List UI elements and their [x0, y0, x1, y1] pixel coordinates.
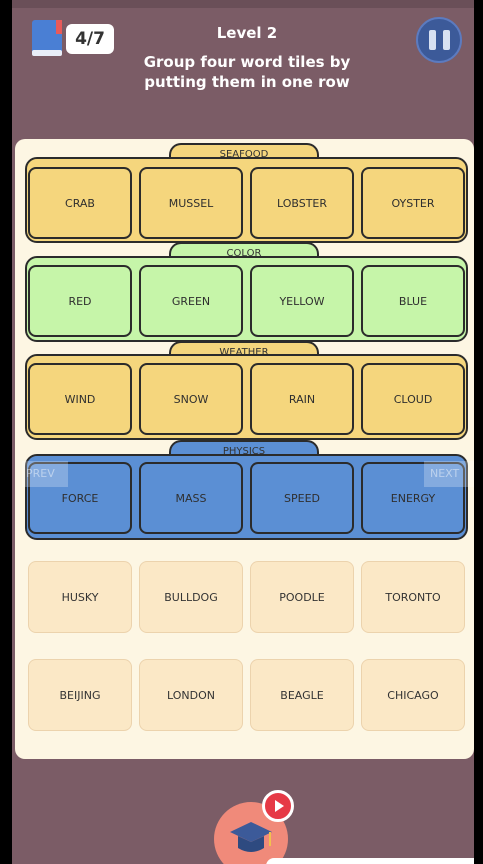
word-tile[interactable]: CHICAGO [361, 659, 465, 731]
word-tile[interactable]: CRAB [28, 167, 132, 239]
word-tile[interactable]: LOBSTER [250, 167, 354, 239]
word-tile[interactable]: SNOW [139, 363, 243, 435]
instruction-line-1: Group four word tiles by [143, 53, 351, 71]
prev-button[interactable]: PREV [22, 461, 68, 487]
word-tile[interactable]: RED [28, 265, 132, 337]
pause-icon [428, 30, 436, 50]
game-board: SEAFOOD CRAB MUSSEL LOBSTER OYSTER COLOR… [15, 139, 474, 759]
word-tile[interactable]: BULLDOG [139, 561, 243, 633]
next-button[interactable]: NEXT [424, 461, 474, 487]
word-tile[interactable]: SPEED [250, 462, 354, 534]
word-tile[interactable]: BEAGLE [250, 659, 354, 731]
bottom-panel-edge [266, 858, 474, 864]
word-tile[interactable]: RAIN [250, 363, 354, 435]
word-tile[interactable]: MUSSEL [139, 167, 243, 239]
pause-button[interactable] [416, 17, 462, 63]
word-tile[interactable]: GREEN [139, 265, 243, 337]
book-icon[interactable] [30, 18, 66, 58]
level-progress-counter: 4/7 [66, 24, 114, 54]
word-tile[interactable]: YELLOW [250, 265, 354, 337]
word-tile[interactable]: TORONTO [361, 561, 465, 633]
level-title: Level 2 [216, 24, 278, 42]
word-tile[interactable]: BEIJING [28, 659, 132, 731]
word-tile[interactable]: MASS [139, 462, 243, 534]
top-bar [12, 0, 474, 8]
instructions: Group four word tiles by putting them in… [122, 52, 372, 92]
word-tile[interactable]: LONDON [139, 659, 243, 731]
word-tile[interactable]: CLOUD [361, 363, 465, 435]
video-reward-button[interactable] [262, 790, 294, 822]
word-tile[interactable]: HUSKY [28, 561, 132, 633]
word-tile[interactable]: WIND [28, 363, 132, 435]
word-tile[interactable]: OYSTER [361, 167, 465, 239]
play-icon [275, 800, 284, 812]
game-screen: 4/7 Level 2 Group four word tiles by put… [12, 0, 474, 864]
word-tile[interactable]: BLUE [361, 265, 465, 337]
word-tile[interactable]: POODLE [250, 561, 354, 633]
instruction-line-2: putting them in one row [144, 73, 350, 91]
